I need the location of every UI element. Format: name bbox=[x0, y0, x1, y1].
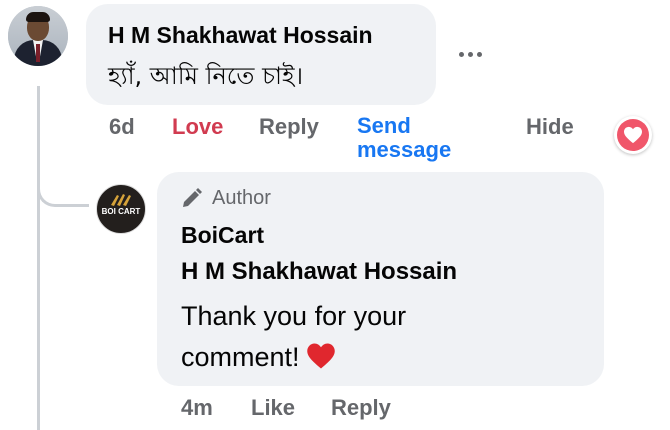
comment-author-name[interactable]: H M Shakhawat Hossain bbox=[108, 22, 373, 49]
more-options-icon[interactable] bbox=[452, 44, 488, 64]
tagged-user[interactable]: H M Shakhawat Hossain bbox=[181, 258, 457, 286]
comment-text: হ্যাঁ, আমি নিতে চাই। bbox=[108, 62, 304, 90]
reply-timestamp[interactable]: 4m bbox=[181, 395, 213, 421]
pencil-icon bbox=[183, 188, 202, 207]
send-message-button[interactable]: Send message bbox=[357, 114, 477, 162]
logo-text: BOI CART bbox=[101, 207, 141, 216]
hide-button[interactable]: Hide bbox=[526, 114, 574, 140]
author-badge: Author bbox=[180, 186, 271, 210]
reply-button[interactable]: Reply bbox=[259, 114, 319, 140]
page-avatar[interactable]: BOI CART bbox=[96, 184, 146, 234]
reaction-badge[interactable] bbox=[614, 116, 652, 154]
reply-author-name[interactable]: BoiCart bbox=[181, 222, 264, 249]
author-badge-label: Author bbox=[212, 186, 271, 209]
love-button[interactable]: Love bbox=[172, 114, 223, 140]
avatar[interactable] bbox=[8, 6, 68, 66]
heart-icon bbox=[624, 126, 642, 144]
thread-connector bbox=[37, 150, 89, 207]
thread-line bbox=[37, 86, 40, 430]
red-heart-emoji bbox=[306, 343, 335, 369]
like-button[interactable]: Like bbox=[251, 395, 295, 421]
reply-reply-button[interactable]: Reply bbox=[331, 395, 391, 421]
comment-timestamp[interactable]: 6d bbox=[109, 114, 135, 140]
reply-text: Thank you for your comment! bbox=[181, 301, 407, 372]
reply-text-block: Thank you for your comment! bbox=[181, 296, 511, 378]
